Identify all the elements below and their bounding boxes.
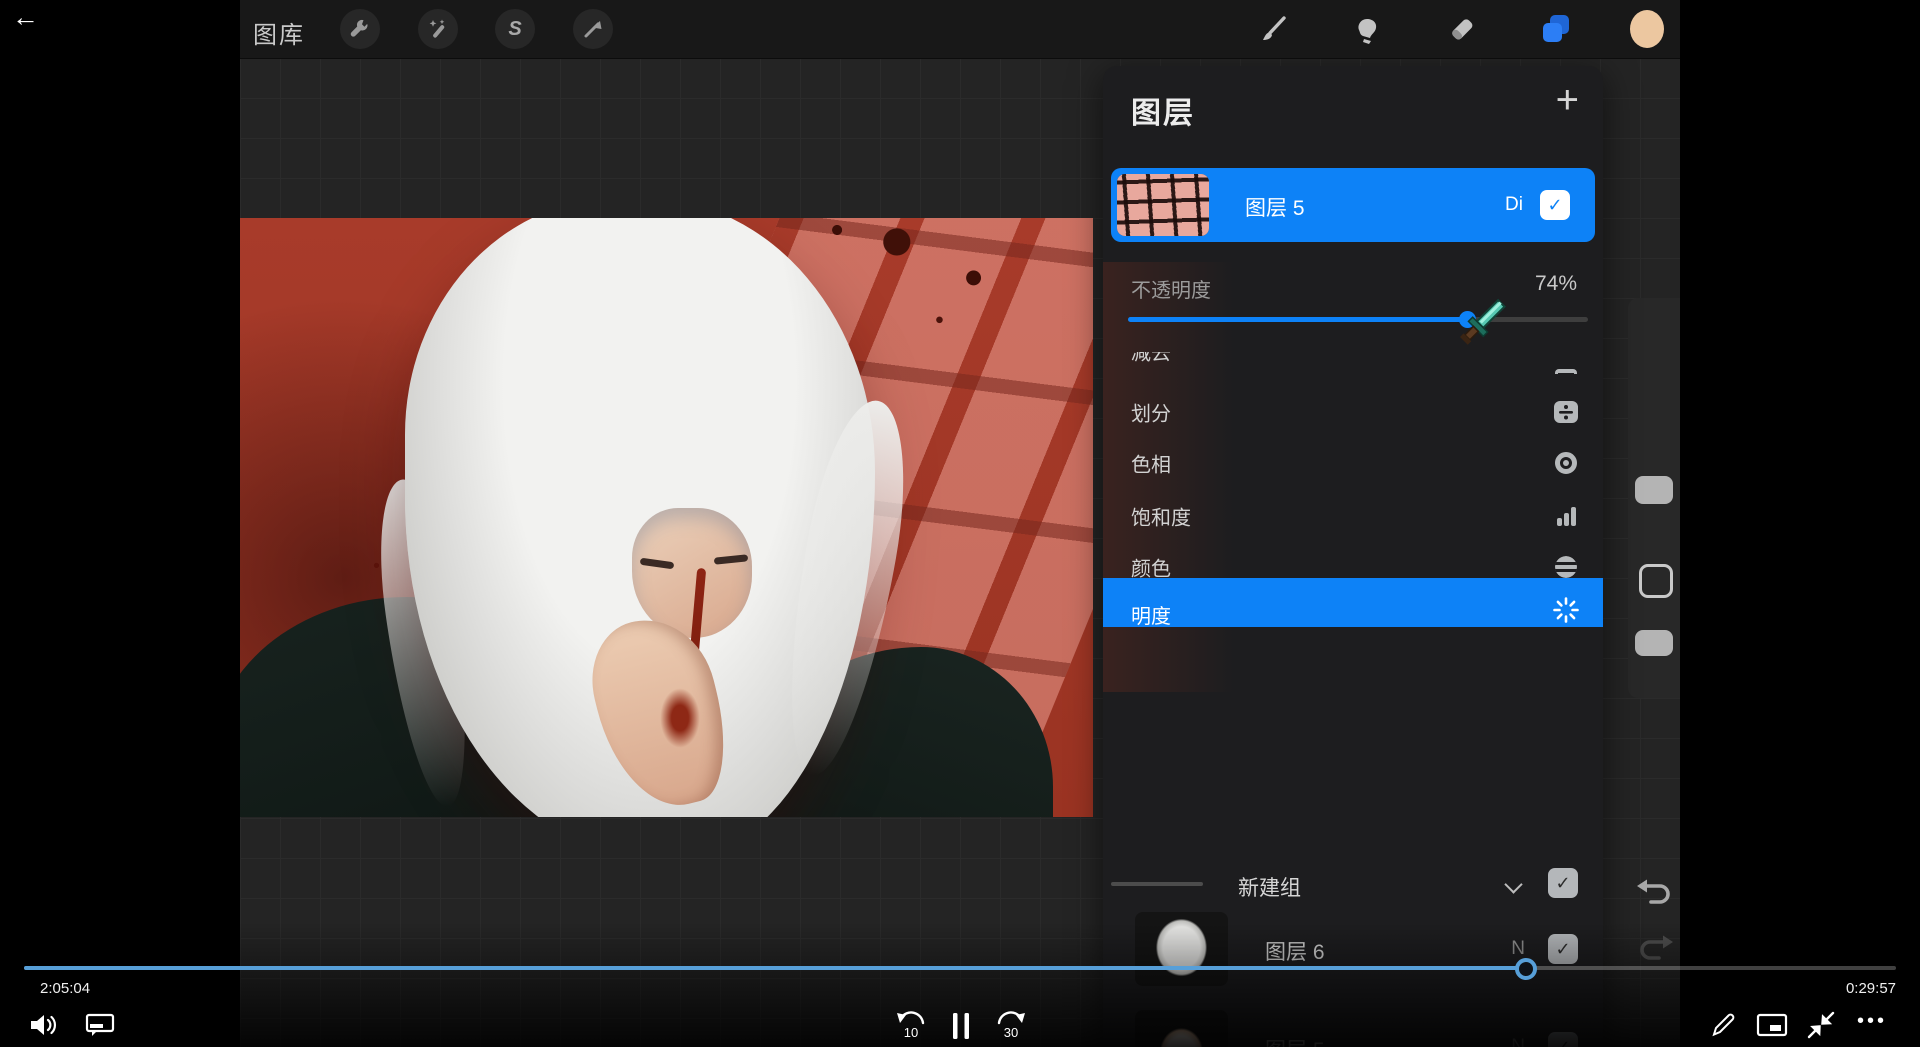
saturation-icon <box>1553 503 1579 529</box>
blend-mode-label: 明度 <box>1131 600 1171 629</box>
blend-mode-label: 饱和度 <box>1131 502 1191 531</box>
brush-opacity-slider-handle[interactable] <box>1635 630 1673 656</box>
smudge-finger-icon <box>1351 14 1381 44</box>
layer-row-selected[interactable]: 图层 5 Di ✓ <box>1111 168 1595 242</box>
speaker-icon <box>29 1012 59 1038</box>
sidebar-slider-strip <box>1628 298 1680 698</box>
brush-icon <box>1258 14 1288 44</box>
picture-in-picture-button[interactable] <box>1754 1008 1790 1042</box>
current-time: 2:05:04 <box>40 980 90 997</box>
luminosity-icon <box>1553 597 1579 623</box>
video-content-area[interactable]: 图库 S <box>240 0 1680 1047</box>
artwork-eye <box>640 558 675 570</box>
layer-visibility-checkbox[interactable]: ✓ <box>1540 190 1570 220</box>
subtract-icon <box>1553 360 1579 374</box>
svg-text:10: 10 <box>904 1025 918 1040</box>
blend-mode-label: 色相 <box>1131 449 1171 478</box>
layer-name: 图层 5 <box>1245 192 1305 222</box>
blend-mode-label: 减去 <box>1131 352 1171 366</box>
seek-bar[interactable] <box>24 966 1896 970</box>
pause-icon <box>951 1012 971 1040</box>
blend-mode-row-hue[interactable]: 色相 <box>1103 437 1603 489</box>
layers-panel-title: 图层 <box>1131 88 1195 132</box>
layers-icon <box>1539 12 1573 46</box>
blend-mode-row-divide[interactable]: 划分 <box>1103 386 1603 438</box>
transform-button[interactable] <box>573 9 613 49</box>
blend-mode-row-saturation[interactable]: 饱和度 <box>1103 490 1603 542</box>
shrink-icon <box>1806 1010 1836 1040</box>
blend-mode-row-luminosity-selected[interactable]: 明度 <box>1103 578 1603 627</box>
color-tool-button[interactable] <box>1630 12 1664 46</box>
opacity-slider-fill <box>1128 317 1468 322</box>
seek-bar-progress <box>24 966 1527 970</box>
skip-back-10-button[interactable]: 10 <box>892 1008 930 1044</box>
wrench-icon <box>349 18 371 40</box>
actions-button[interactable] <box>340 9 380 49</box>
annotate-button[interactable] <box>1706 1008 1740 1042</box>
transform-arrow-icon <box>582 18 604 40</box>
blend-mode-abbr[interactable]: Di <box>1505 194 1523 216</box>
skip-forward-30-button[interactable]: 30 <box>992 1008 1030 1044</box>
brush-size-slider-handle[interactable] <box>1635 476 1673 504</box>
hue-icon <box>1553 450 1579 476</box>
adjustments-button[interactable] <box>418 9 458 49</box>
active-color-swatch <box>1630 10 1664 48</box>
blend-mode-label: 划分 <box>1131 398 1171 427</box>
remaining-time: 0:29:57 <box>1846 980 1896 997</box>
group-visibility-checkbox[interactable]: ✓ <box>1548 868 1578 898</box>
layers-panel: 图层 + 图层 5 Di ✓ 不透明度 74% 减去 <box>1103 66 1603 1047</box>
divide-icon <box>1553 399 1579 425</box>
brush-tool-button[interactable] <box>1256 12 1290 46</box>
skip-back-10-icon: 10 <box>893 1009 929 1043</box>
volume-button[interactable] <box>26 1008 62 1042</box>
blend-mode-row-partial[interactable]: 减去 <box>1103 352 1603 374</box>
pause-button[interactable] <box>948 1010 974 1042</box>
selection-icon: S <box>508 18 521 41</box>
pip-icon <box>1756 1012 1788 1038</box>
svg-text:30: 30 <box>1004 1025 1018 1040</box>
artwork-eye <box>714 554 749 565</box>
pencil-icon <box>1709 1011 1737 1039</box>
artwork-blood-stain <box>660 688 700 748</box>
layers-tool-button[interactable] <box>1539 12 1573 46</box>
opacity-value: 74% <box>1535 272 1577 296</box>
add-layer-button[interactable]: + <box>1556 78 1579 122</box>
layer-thumbnail <box>1117 174 1209 236</box>
group-name: 新建组 <box>1238 872 1301 902</box>
back-button[interactable]: ← <box>12 2 39 33</box>
magic-wand-icon <box>427 18 449 40</box>
comment-box-icon <box>85 1012 115 1038</box>
undo-icon <box>1636 878 1672 908</box>
video-player-window: 图库 S <box>0 0 1920 1047</box>
sword-cursor <box>1458 294 1516 361</box>
more-options-button[interactable]: ••• <box>1850 1004 1894 1038</box>
danmaku-toggle-button[interactable] <box>82 1008 118 1042</box>
undo-button[interactable] <box>1636 878 1672 913</box>
opacity-slider[interactable] <box>1128 317 1588 322</box>
color-icon <box>1553 554 1579 580</box>
procreate-toolbar: 图库 S <box>240 0 1680 59</box>
selection-button[interactable]: S <box>495 9 535 49</box>
exit-fullscreen-button[interactable] <box>1804 1008 1838 1042</box>
layer-group-row[interactable]: 新建组 ✓ <box>1103 860 1603 908</box>
skip-forward-30-icon: 30 <box>993 1009 1029 1043</box>
opacity-label: 不透明度 <box>1131 274 1211 303</box>
modify-button[interactable] <box>1639 564 1673 598</box>
eraser-tool-button[interactable] <box>1445 12 1479 46</box>
artwork-painting <box>240 218 1093 817</box>
gallery-button[interactable]: 图库 <box>253 15 305 50</box>
chevron-down-icon[interactable] <box>1507 876 1521 890</box>
eraser-icon <box>1447 14 1477 44</box>
smudge-tool-button[interactable] <box>1349 12 1383 46</box>
group-thumbnail-line <box>1111 882 1203 886</box>
